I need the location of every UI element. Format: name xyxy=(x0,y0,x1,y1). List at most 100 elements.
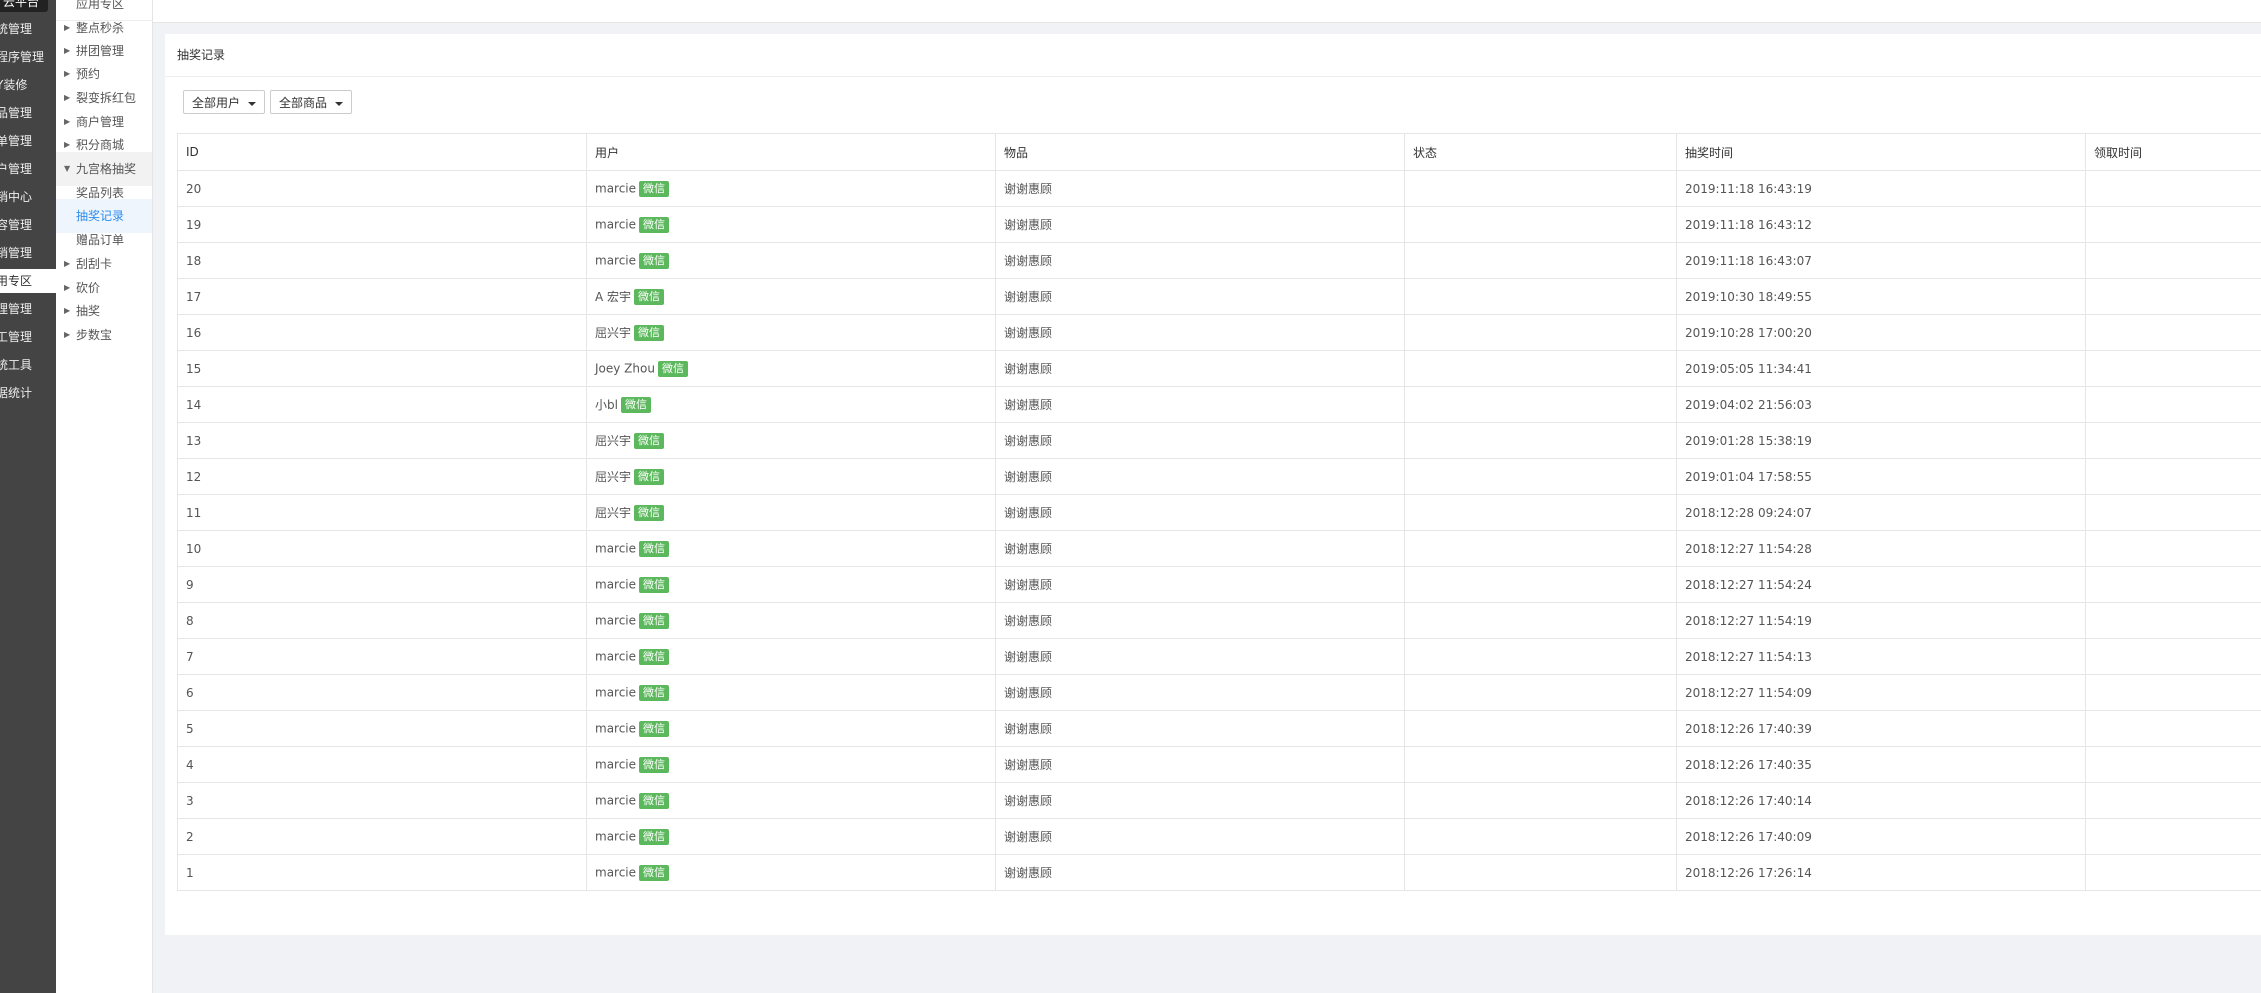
user-filter-dropdown[interactable]: 全部用户 xyxy=(183,90,266,114)
cell-draw-time: 2018:12:26 17:40:14 xyxy=(1676,782,2086,819)
cell-text: marcie xyxy=(595,721,637,735)
cell-status xyxy=(1404,674,1677,711)
cell-user: marcie 微信 xyxy=(586,242,996,279)
cell-text: 谢谢惠顾 xyxy=(1004,182,1053,196)
cell-text: 屈兴宇 xyxy=(595,505,632,520)
cell-text: 2018:12:26 17:26:14 xyxy=(1685,865,1812,880)
cell-id: 10 xyxy=(177,530,587,567)
cell-text: 谢谢惠顾 xyxy=(1004,758,1053,772)
cell-text: 9 xyxy=(186,577,194,592)
cell-status xyxy=(1404,206,1677,243)
cell-text: 8 xyxy=(186,613,194,628)
cell-user: marcie 微信 xyxy=(586,674,996,711)
table-row: 18 marcie 微信 谢谢惠顾 2019:11:18 16:43:07 xyxy=(177,242,2261,279)
cell-status xyxy=(1404,458,1677,495)
cell-text: 20 xyxy=(186,181,202,196)
cell-id: 7 xyxy=(177,638,587,675)
main-nav-item[interactable]: 销管理 xyxy=(0,241,56,265)
cell-id: 13 xyxy=(177,422,587,459)
panel-divider xyxy=(165,76,2261,77)
cell-draw-time: 2019:10:30 18:49:55 xyxy=(1676,278,2086,315)
cell-text: 2018:12:26 17:40:14 xyxy=(1685,793,1812,808)
cell-text: 2018:12:27 11:54:28 xyxy=(1685,541,1812,556)
cell-text: 谢谢惠顾 xyxy=(1004,434,1053,448)
main-nav-item[interactable]: 户管理 xyxy=(0,157,56,181)
main-nav-item[interactable]: 理管理 xyxy=(0,297,56,321)
cell-item: 谢谢惠顾 xyxy=(995,782,1405,819)
wechat-badge: 微信 xyxy=(620,397,651,414)
cell-id: 18 xyxy=(177,242,587,279)
cell-draw-time: 2018:12:27 11:54:19 xyxy=(1676,602,2086,639)
cell-text: 谢谢惠顾 xyxy=(1004,542,1053,556)
cell-claim-time xyxy=(2085,206,2261,243)
wechat-badge: 微信 xyxy=(639,612,670,629)
cell-draw-time: 2018:12:26 17:40:39 xyxy=(1676,710,2086,747)
main-nav-item[interactable]: 容管理 xyxy=(0,213,56,237)
cell-text: 18 xyxy=(186,253,202,268)
cell-item: 谢谢惠顾 xyxy=(995,674,1405,711)
cell-item: 谢谢惠顾 xyxy=(995,602,1405,639)
table-row: 16 屈兴宇 微信 谢谢惠顾 2019:10:28 17:00:20 xyxy=(177,314,2261,351)
cell-claim-time xyxy=(2085,638,2261,675)
cell-text: 屈兴宇 xyxy=(595,433,632,448)
cell-status xyxy=(1404,494,1677,531)
goods-filter-dropdown[interactable]: 全部商品 xyxy=(270,90,353,114)
cell-status xyxy=(1404,386,1677,423)
cell-id: 14 xyxy=(177,386,587,423)
cell-text: 4 xyxy=(186,757,194,772)
cell-user: marcie 微信 xyxy=(586,602,996,639)
cell-draw-time: 2018:12:26 17:40:35 xyxy=(1676,746,2086,783)
wechat-badge: 微信 xyxy=(634,325,665,342)
table-row: 2 marcie 微信 谢谢惠顾 2018:12:26 17:40:09 xyxy=(177,818,2261,855)
col-header-draw-time: 抽奖时间 xyxy=(1676,133,2086,171)
main-nav-item[interactable]: 单管理 xyxy=(0,129,56,153)
cell-item: 谢谢惠顾 xyxy=(995,422,1405,459)
main-nav-item[interactable]: 据统计 xyxy=(0,381,56,405)
cell-item: 谢谢惠顾 xyxy=(995,854,1405,891)
cell-id: 5 xyxy=(177,710,587,747)
table-row: 15 Joey Zhou 微信 谢谢惠顾 2019:05:05 11:34:41 xyxy=(177,350,2261,387)
cell-text: 谢谢惠顾 xyxy=(1004,326,1053,340)
cell-text: 2018:12:27 11:54:09 xyxy=(1685,685,1812,700)
wechat-badge: 微信 xyxy=(639,720,670,737)
cell-text: 屈兴宇 xyxy=(595,325,632,340)
cell-text: marcie xyxy=(595,541,637,555)
cell-text: 6 xyxy=(186,685,194,700)
cell-text: marcie xyxy=(595,577,637,591)
table-header-row: ID 用户 物品 状态 抽奖时间 领取时间 xyxy=(177,133,2261,171)
main-nav-item[interactable]: 程序管理 xyxy=(0,45,56,69)
cell-item: 谢谢惠顾 xyxy=(995,530,1405,567)
main-nav-item[interactable]: 统管理 xyxy=(0,17,56,41)
cell-draw-time: 2018:12:27 11:54:24 xyxy=(1676,566,2086,603)
cell-text: 10 xyxy=(186,541,202,556)
cell-user: marcie 微信 xyxy=(586,638,996,675)
col-header-claim-time: 领取时间 xyxy=(2085,133,2261,171)
triangle-right-icon: ▶ xyxy=(64,330,71,339)
cell-text: 15 xyxy=(186,361,202,376)
main-nav-item[interactable]: 销中心 xyxy=(0,185,56,209)
cell-status xyxy=(1404,170,1677,207)
main-nav-item[interactable]: 统工具 xyxy=(0,353,56,377)
cell-text: 谢谢惠顾 xyxy=(1004,794,1053,808)
cell-item: 谢谢惠顾 xyxy=(995,566,1405,603)
cell-text: 13 xyxy=(186,433,202,448)
records-table-wrap: ID 用户 物品 状态 抽奖时间 领取时间 20 marcie 微信 谢谢惠顾 2019… xyxy=(177,133,2261,891)
cell-draw-time: 2019:10:28 17:00:20 xyxy=(1676,314,2086,351)
cell-claim-time xyxy=(2085,566,2261,603)
cell-claim-time xyxy=(2085,602,2261,639)
cell-item: 谢谢惠顾 xyxy=(995,458,1405,495)
wechat-badge: 微信 xyxy=(639,648,670,665)
main-nav-item[interactable]: Y装修 xyxy=(0,73,56,97)
cell-id: 2 xyxy=(177,818,587,855)
cell-claim-time xyxy=(2085,458,2261,495)
cell-user: marcie 微信 xyxy=(586,206,996,243)
table-row: 10 marcie 微信 谢谢惠顾 2018:12:27 11:54:28 xyxy=(177,530,2261,567)
cell-text: marcie xyxy=(595,181,637,195)
sub-nav-item[interactable]: ▶ 步数宝 xyxy=(56,318,152,352)
cell-claim-time xyxy=(2085,530,2261,567)
main-nav-item[interactable]: 品管理 xyxy=(0,101,56,125)
cell-text: marcie xyxy=(595,757,637,771)
main-nav-item[interactable]: 工管理 xyxy=(0,325,56,349)
cell-status xyxy=(1404,602,1677,639)
table-row: 13 屈兴宇 微信 谢谢惠顾 2019:01:28 15:38:19 xyxy=(177,422,2261,459)
